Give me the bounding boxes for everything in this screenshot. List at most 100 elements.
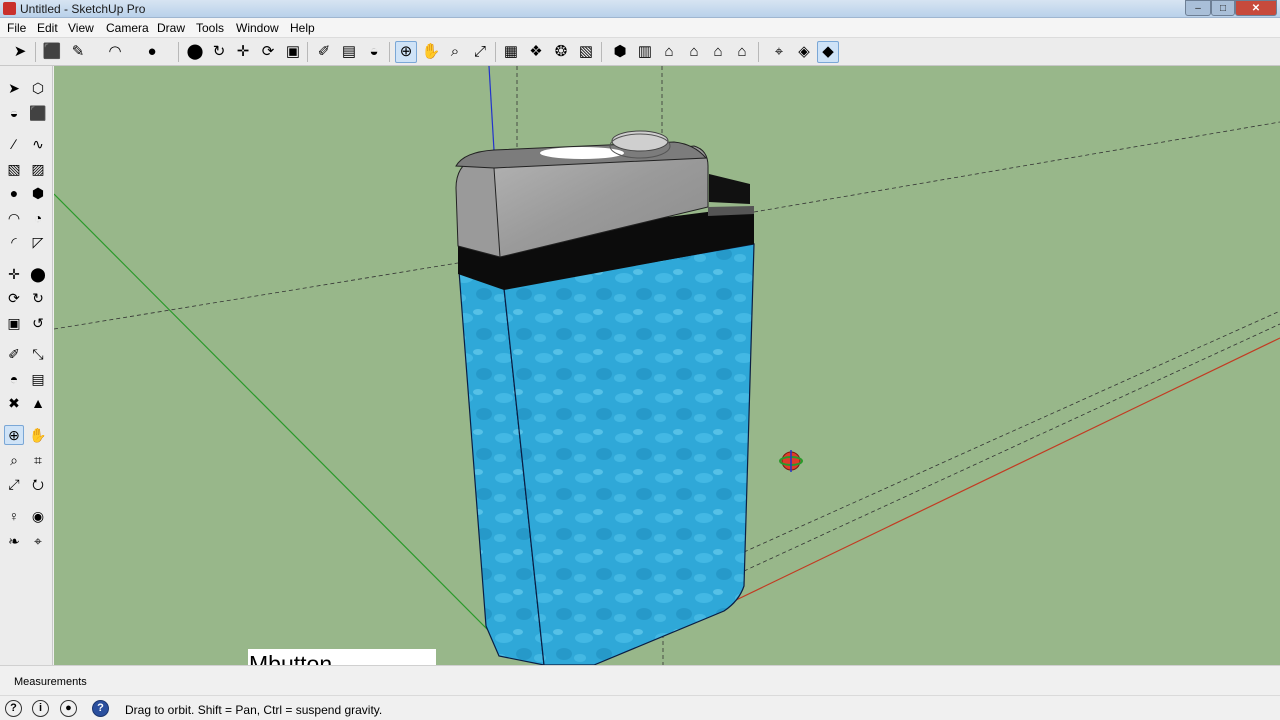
menu-window[interactable]: Window [236,21,279,35]
follow-me-icon[interactable]: ↻ [208,41,230,63]
position-camera-icon[interactable]: ♀ [4,506,24,526]
credits-icon[interactable]: i [32,700,49,717]
zoom-extents-icon[interactable]: ⤢ [469,41,491,63]
toolbar-separator [389,42,390,62]
tape-measure-icon[interactable]: ✐ [4,344,24,364]
move-icon[interactable]: ✛ [232,41,254,63]
pencil-icon[interactable]: ✎ [67,41,89,63]
measurements-bar: Measurements [0,665,1280,695]
orbit-icon[interactable]: ⊕ [4,425,24,445]
walk-icon[interactable]: ❧ [4,531,24,551]
text-icon[interactable]: ▤ [28,369,48,389]
two-point-arc-icon[interactable]: ◜ [4,232,24,252]
menu-file[interactable]: File [7,21,26,35]
geo-location-icon[interactable]: ? [5,700,22,717]
dimension-icon[interactable]: ⤡ [28,344,48,364]
pie-icon[interactable]: ◔ [28,208,48,228]
status-bar: ? i ● ? Drag to orbit. Shift = Pan, Ctrl… [0,695,1280,720]
zoom-icon[interactable]: ⌕ [444,41,466,63]
guide-line [743,310,1280,553]
measurements-input[interactable] [100,673,235,691]
polygon-icon[interactable]: ⬢ [28,183,48,203]
select-icon[interactable]: ➤ [4,78,24,98]
text-icon[interactable]: ▤ [338,41,360,63]
eraser-icon[interactable]: ⬛ [28,103,48,123]
rotated-rectangle-icon[interactable]: ▨ [28,159,48,179]
eraser-icon[interactable]: ⬛ [41,41,63,63]
rotate-icon[interactable]: ⟳ [257,41,279,63]
menu-help[interactable]: Help [290,21,315,35]
red-axis [733,337,1280,602]
close-button[interactable]: ✕ [1235,0,1277,16]
menu-edit[interactable]: Edit [37,21,58,35]
arc-icon[interactable]: ◠ [4,208,24,228]
section-plane-icon[interactable]: ⌖ [768,41,790,63]
look-around-icon[interactable]: ◉ [28,506,48,526]
tape-measure-icon[interactable]: ✐ [313,41,335,63]
component-icon[interactable]: ⬡ [28,78,48,98]
zoom-extents-icon[interactable]: ⤢ [4,474,24,494]
line-icon[interactable]: ∕ [4,134,24,154]
rotate-icon[interactable]: ⟳ [4,288,24,308]
move-icon[interactable]: ✛ [4,264,24,284]
right-view-icon[interactable]: ⌂ [707,41,729,63]
help-icon[interactable]: ? [92,700,109,717]
drawing-viewport[interactable] [54,66,1280,665]
axes-icon[interactable]: ✖ [4,393,24,413]
rectangle-icon[interactable]: ▧ [4,159,24,179]
previous-view-icon[interactable]: ⭮ [28,474,48,494]
orbit-cursor-icon [779,450,803,472]
left-toolbar: ➤ ⬡ ◒ ⬛ ∕ ∿ ▧ ▨ ● ⬢ ◠ ◔ ◜ ◸ ✛ ⬤ ⟳ ↻ ▣ ↺ … [0,66,53,665]
paint-bucket-icon[interactable]: ◒ [4,103,24,123]
iso-view-icon[interactable]: ⬢ [609,41,631,63]
lighter-cap-left [455,157,501,258]
zoom-window-icon[interactable]: ⌗ [28,450,48,470]
lighter-top-hole [540,147,624,159]
circle-icon[interactable]: ● [141,41,163,63]
green-axis [54,193,495,637]
zoom-icon[interactable]: ⌕ [4,450,24,470]
top-view-icon[interactable]: ⌂ [683,41,705,63]
minimize-button[interactable]: – [1185,0,1211,16]
components-icon[interactable]: ❖ [525,41,547,63]
protractor-icon[interactable]: ◓ [4,369,24,389]
orbit-icon[interactable]: ⊕ [395,41,417,63]
toolbar-separator [495,42,496,62]
follow-me-icon[interactable]: ↻ [28,288,48,308]
3d-warehouse-icon[interactable]: ▦ [500,41,522,63]
status-text: Drag to orbit. Shift = Pan, Ctrl = suspe… [125,703,383,717]
offset-icon[interactable]: ↺ [28,313,48,333]
scale-icon[interactable]: ▣ [282,41,304,63]
home-view-icon[interactable]: ⌂ [658,41,680,63]
section-plane-icon[interactable]: ⌖ [28,531,48,551]
toolbar-separator [601,42,602,62]
shaded-icon[interactable]: ◆ [817,41,839,63]
user-icon[interactable]: ● [60,700,77,717]
front-view-icon[interactable]: ▥ [634,41,656,63]
circle-icon[interactable]: ● [4,183,24,203]
arc-icon[interactable]: ◠ [104,41,126,63]
menu-view[interactable]: View [68,21,94,35]
scale-icon[interactable]: ▣ [4,313,24,333]
freehand-icon[interactable]: ∿ [28,134,48,154]
three-point-arc-icon[interactable]: ◸ [28,232,48,252]
select-icon[interactable]: ➤ [9,41,31,63]
push-pull-icon[interactable]: ⬤ [28,264,48,284]
menu-bar: File Edit View Camera Draw Tools Window … [0,18,1280,38]
push-pull-icon[interactable]: ⬤ [184,41,206,63]
menu-draw[interactable]: Draw [157,21,185,35]
lighter-model[interactable] [455,130,755,665]
pan-icon[interactable]: ✋ [28,425,48,445]
back-view-icon[interactable]: ⌂ [731,41,753,63]
menu-tools[interactable]: Tools [196,21,224,35]
3d-text-icon[interactable]: ▲ [28,393,48,413]
pan-icon[interactable]: ✋ [420,41,442,63]
share-model-icon[interactable]: ▧ [575,41,597,63]
paint-bucket-icon[interactable]: ◒ [363,41,385,63]
maximize-button[interactable]: □ [1211,0,1235,16]
main-toolbar: ➤ ⬛ ✎ ◠ ● ⬤ ↻ ✛ ⟳ ▣ ✐ ▤ ◒ ⊕ ✋ ⌕ ⤢ ▦ ❖ ❂ … [0,38,1280,66]
menu-camera[interactable]: Camera [106,21,149,35]
xray-icon[interactable]: ◈ [793,41,815,63]
model-scene[interactable] [54,66,1280,665]
styles-icon[interactable]: ❂ [550,41,572,63]
